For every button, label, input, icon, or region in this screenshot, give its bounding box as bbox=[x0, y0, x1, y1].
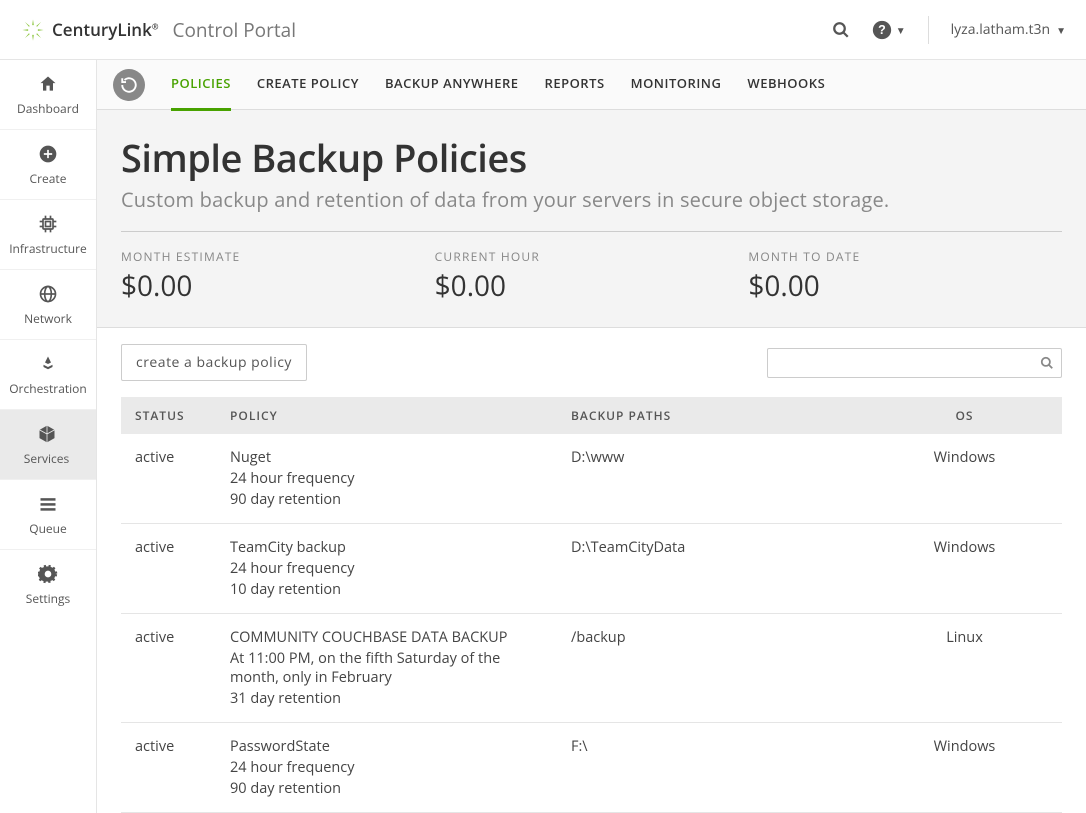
sidebar-item-infrastructure[interactable]: Infrastructure bbox=[0, 200, 96, 270]
tab-webhooks[interactable]: WEBHOOKS bbox=[747, 60, 825, 111]
stat-label: MONTH TO DATE bbox=[748, 248, 1062, 265]
cell-paths: F:\ bbox=[557, 723, 867, 813]
box-icon bbox=[37, 424, 57, 444]
layers-icon bbox=[39, 354, 57, 374]
stat-label: MONTH ESTIMATE bbox=[121, 248, 435, 265]
cell-os: Linux bbox=[867, 614, 1062, 723]
backup-service-icon bbox=[113, 69, 145, 101]
stat-value: $0.00 bbox=[121, 267, 435, 305]
policies-table: STATUSPOLICYBACKUP PATHSOS activeNuget24… bbox=[121, 397, 1062, 813]
chevron-down-icon: ▼ bbox=[896, 23, 906, 37]
stat-value: $0.00 bbox=[748, 267, 1062, 305]
sidebar-item-queue[interactable]: Queue bbox=[0, 480, 96, 550]
cell-status: active bbox=[121, 434, 216, 524]
sidebar-item-label: Infrastructure bbox=[9, 240, 87, 257]
search-icon[interactable] bbox=[832, 21, 850, 39]
stats-row: MONTH ESTIMATE$0.00CURRENT HOUR$0.00MONT… bbox=[121, 248, 1062, 305]
table-row[interactable]: activeNuget24 hour frequency90 day reten… bbox=[121, 434, 1062, 524]
user-name: lyza.latham.t3n bbox=[951, 20, 1050, 39]
table-row[interactable]: activePasswordState24 hour frequency90 d… bbox=[121, 723, 1062, 813]
sidebar-item-dashboard[interactable]: Dashboard bbox=[0, 60, 96, 130]
sidebar-item-settings[interactable]: Settings bbox=[0, 550, 96, 619]
sidebar-item-create[interactable]: Create bbox=[0, 130, 96, 200]
policy-search-input[interactable] bbox=[767, 348, 1062, 378]
tab-create-policy[interactable]: CREATE POLICY bbox=[257, 60, 359, 111]
top-header: CenturyLink® Control Portal ? ▼ lyza.lat… bbox=[0, 0, 1086, 60]
col-backup-paths[interactable]: BACKUP PATHS bbox=[557, 397, 867, 434]
svg-text:?: ? bbox=[878, 23, 886, 37]
sidebar-item-label: Queue bbox=[29, 520, 67, 537]
brand-name: CenturyLink® bbox=[52, 18, 159, 41]
centurylink-logo-icon bbox=[20, 17, 46, 43]
page-subtitle: Custom backup and retention of data from… bbox=[121, 186, 1062, 213]
search-wrap bbox=[767, 348, 1062, 378]
cpu-icon bbox=[38, 214, 58, 234]
sidebar: Dashboard Create Infrastructure Network Orch… bbox=[0, 60, 97, 813]
chevron-down-icon: ▼ bbox=[1056, 23, 1066, 37]
stat-label: CURRENT HOUR bbox=[435, 248, 749, 265]
tab-policies[interactable]: POLICIES bbox=[171, 60, 231, 111]
cell-os: Windows bbox=[867, 723, 1062, 813]
sidebar-item-label: Services bbox=[24, 450, 69, 467]
sidebar-item-label: Dashboard bbox=[17, 100, 79, 117]
tab-monitoring[interactable]: MONITORING bbox=[631, 60, 722, 111]
globe-icon bbox=[38, 284, 58, 304]
col-policy[interactable]: POLICY bbox=[216, 397, 557, 434]
stat-current-hour: CURRENT HOUR $0.00 bbox=[435, 248, 749, 305]
cell-os: Windows bbox=[867, 524, 1062, 614]
cell-paths: D:\www bbox=[557, 434, 867, 524]
portal-title: Control Portal bbox=[173, 17, 297, 43]
col-status[interactable]: STATUS bbox=[121, 397, 216, 434]
cell-status: active bbox=[121, 614, 216, 723]
sidebar-item-label: Network bbox=[24, 310, 72, 327]
sidebar-item-network[interactable]: Network bbox=[0, 270, 96, 340]
sidebar-item-services[interactable]: Services bbox=[0, 410, 96, 480]
cell-policy: PasswordState24 hour frequency90 day ret… bbox=[216, 723, 557, 813]
help-icon[interactable]: ? ▼ bbox=[872, 20, 906, 40]
table-body: activeNuget24 hour frequency90 day reten… bbox=[121, 434, 1062, 813]
stat-value: $0.00 bbox=[435, 267, 749, 305]
sidebar-item-orchestration[interactable]: Orchestration bbox=[0, 340, 96, 410]
cell-paths: /backup bbox=[557, 614, 867, 723]
user-menu[interactable]: lyza.latham.t3n ▼ bbox=[951, 20, 1066, 39]
cell-policy: Nuget24 hour frequency90 day retention bbox=[216, 434, 557, 524]
divider bbox=[928, 16, 929, 44]
content-area: POLICIES CREATE POLICY BACKUP ANYWHERE REPO… bbox=[97, 60, 1086, 813]
stat-month-estimate: MONTH ESTIMATE $0.00 bbox=[121, 248, 435, 305]
home-icon bbox=[38, 74, 58, 94]
tab-bar: POLICIES CREATE POLICY BACKUP ANYWHERE REPO… bbox=[97, 60, 1086, 110]
page-title: Simple Backup Policies bbox=[121, 132, 1062, 184]
tab-reports[interactable]: REPORTS bbox=[545, 60, 605, 111]
list-icon bbox=[38, 494, 58, 514]
sidebar-item-label: Settings bbox=[26, 590, 71, 607]
table-header-row: STATUSPOLICYBACKUP PATHSOS bbox=[121, 397, 1062, 434]
tab-backup-anywhere[interactable]: BACKUP ANYWHERE bbox=[385, 60, 519, 111]
cell-paths: D:\TeamCityData bbox=[557, 524, 867, 614]
actions-row: create a backup policy bbox=[97, 328, 1086, 397]
plus-circle-icon bbox=[38, 144, 58, 164]
create-backup-policy-button[interactable]: create a backup policy bbox=[121, 344, 307, 381]
col-os[interactable]: OS bbox=[867, 397, 1062, 434]
cell-policy: TeamCity backup24 hour frequency10 day r… bbox=[216, 524, 557, 614]
cell-policy: COMMUNITY COUCHBASE DATA BACKUPAt 11:00 … bbox=[216, 614, 557, 723]
sidebar-item-label: Orchestration bbox=[9, 380, 87, 397]
page-header-panel: Simple Backup Policies Custom backup and… bbox=[97, 110, 1086, 328]
table-row[interactable]: activeTeamCity backup24 hour frequency10… bbox=[121, 524, 1062, 614]
divider bbox=[121, 231, 1062, 232]
stat-month-to-date: MONTH TO DATE $0.00 bbox=[748, 248, 1062, 305]
gear-icon bbox=[38, 564, 58, 584]
cell-status: active bbox=[121, 723, 216, 813]
table-row[interactable]: activeCOMMUNITY COUCHBASE DATA BACKUPAt … bbox=[121, 614, 1062, 723]
brand-logo[interactable]: CenturyLink® bbox=[20, 17, 159, 43]
sidebar-item-label: Create bbox=[30, 170, 67, 187]
cell-os: Windows bbox=[867, 434, 1062, 524]
cell-status: active bbox=[121, 524, 216, 614]
search-icon[interactable] bbox=[1040, 356, 1054, 370]
